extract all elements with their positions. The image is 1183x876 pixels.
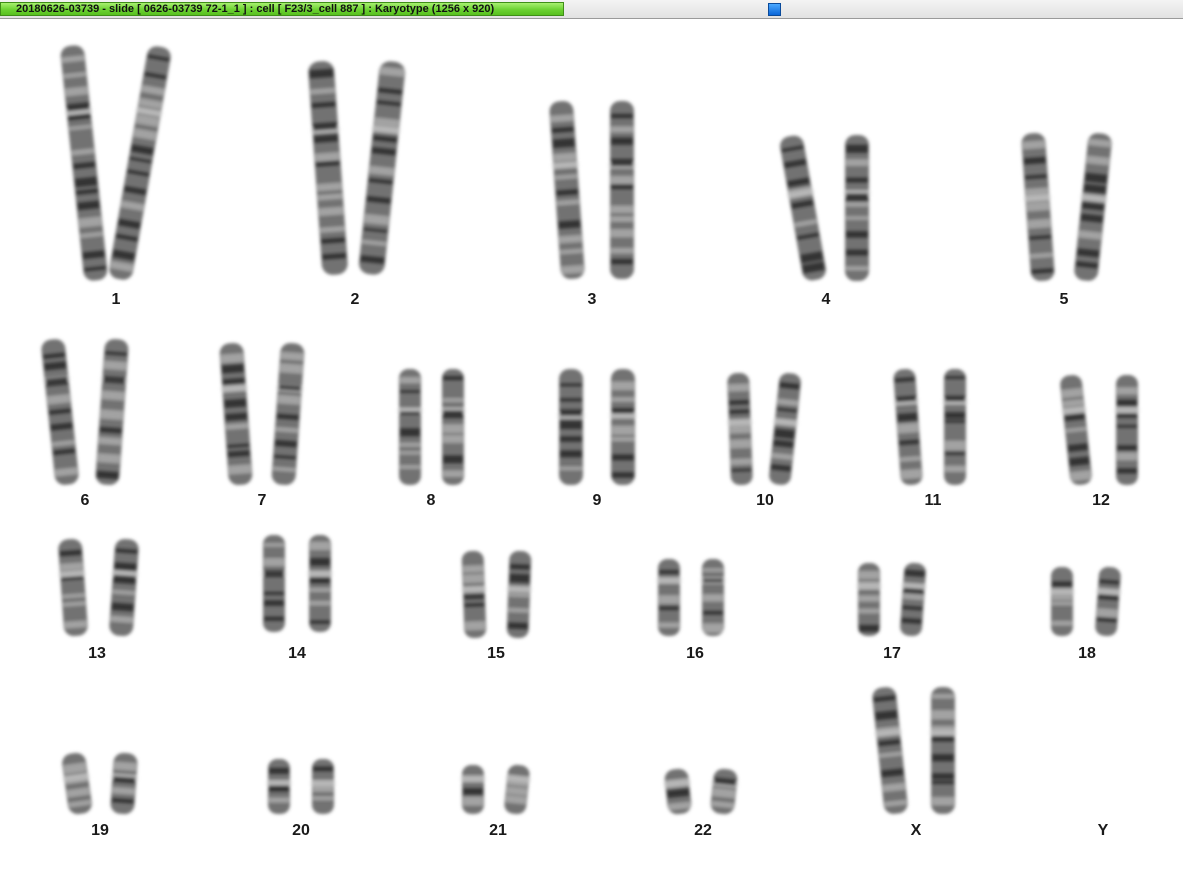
chromosome-11-left[interactable] — [892, 368, 924, 486]
karyotype-view: 1 2 3 4 5 6 7 8 9 10 11 12 13 14 15 16 17 18 19 20 21 22 X Y — [0, 19, 1183, 876]
chromosome-5-right[interactable] — [1072, 132, 1113, 282]
chromosome-20-left[interactable] — [267, 759, 291, 814]
chromosome-21-left[interactable] — [461, 765, 485, 814]
window-title: 20180626-03739 - slide [ 0626-03739 72-1… — [16, 3, 495, 15]
chromosome-15-right[interactable] — [505, 550, 532, 639]
chromosome-7-right[interactable] — [270, 342, 306, 485]
chromosome-12-right[interactable] — [1115, 375, 1139, 485]
chromosome-label-Y: Y — [1097, 822, 1109, 839]
chromosome-label-13: 13 — [88, 645, 106, 662]
chromosome-label-6: 6 — [80, 492, 90, 509]
chromosome-label-14: 14 — [288, 645, 306, 662]
chromosome-label-12: 12 — [1092, 492, 1110, 509]
chromosome-canvas — [39, 44, 1139, 815]
chromosome-label-21: 21 — [489, 822, 507, 839]
chromosome-21-right[interactable] — [503, 764, 532, 815]
chromosome-17-left[interactable] — [857, 563, 881, 636]
chromosome-3-left[interactable] — [548, 100, 586, 279]
title-bar: 20180626-03739 - slide [ 0626-03739 72-1… — [0, 0, 1183, 19]
slider-handle[interactable] — [768, 3, 781, 16]
chromosome-10-left[interactable] — [726, 372, 754, 486]
chromosome-9-right[interactable] — [610, 369, 636, 485]
chromosome-13-right[interactable] — [108, 538, 141, 637]
chromosome-label-18: 18 — [1078, 645, 1096, 662]
chromosome-14-right[interactable] — [308, 535, 332, 632]
chromosome-6-right[interactable] — [94, 338, 130, 485]
chromosome-22-left[interactable] — [663, 768, 694, 815]
chromosome-label-4: 4 — [821, 291, 831, 308]
chromosome-X-left[interactable] — [870, 686, 909, 815]
chromosome-9-left[interactable] — [558, 369, 584, 485]
chromosome-11-right[interactable] — [943, 369, 967, 485]
chromosome-label-19: 19 — [91, 822, 109, 839]
chromosome-4-right[interactable] — [844, 135, 870, 281]
chromosome-15-left[interactable] — [460, 550, 487, 639]
chromosome-10-right[interactable] — [767, 372, 803, 486]
chromosome-22-right[interactable] — [709, 768, 740, 815]
chromosome-label-8: 8 — [426, 492, 436, 509]
chromosome-label-10: 10 — [756, 492, 774, 509]
chromosome-17-right[interactable] — [898, 562, 927, 637]
chromosome-label-3: 3 — [587, 291, 597, 308]
chromosome-8-left[interactable] — [398, 369, 422, 485]
chromosome-label-2: 2 — [350, 291, 360, 308]
chromosome-1-left[interactable] — [59, 44, 110, 281]
chromosome-6-left[interactable] — [39, 338, 80, 486]
chromosome-19-right[interactable] — [109, 752, 139, 815]
chromosome-label-20: 20 — [292, 822, 310, 839]
chromosome-7-left[interactable] — [218, 342, 254, 485]
chromosome-18-right[interactable] — [1094, 566, 1123, 637]
chromosome-12-left[interactable] — [1058, 374, 1093, 486]
chromosome-label-X: X — [910, 822, 922, 839]
chromosome-14-left[interactable] — [262, 535, 286, 632]
chromosome-13-left[interactable] — [57, 538, 90, 637]
chromosome-X-right[interactable] — [930, 687, 956, 814]
chromosome-label-11: 11 — [924, 492, 942, 509]
chromosome-label-22: 22 — [694, 822, 712, 839]
chromosome-label-17: 17 — [883, 645, 901, 662]
chromosome-16-right[interactable] — [701, 559, 725, 636]
chromosome-label-1: 1 — [111, 291, 121, 308]
chromosome-label-7: 7 — [257, 492, 267, 509]
chromosome-1-right[interactable] — [107, 45, 174, 282]
chromosome-18-left[interactable] — [1050, 567, 1074, 636]
chromosome-4-left[interactable] — [778, 134, 829, 282]
chromosome-16-left[interactable] — [657, 559, 681, 636]
chromosome-2-left[interactable] — [307, 60, 350, 275]
chromosome-20-right[interactable] — [311, 759, 335, 814]
chromosome-label-5: 5 — [1059, 291, 1069, 308]
chromosome-5-left[interactable] — [1020, 132, 1056, 281]
chromosome-19-left[interactable] — [60, 751, 94, 815]
chromosome-3-right[interactable] — [609, 101, 635, 279]
chromosome-2-right[interactable] — [357, 60, 407, 276]
chromosome-label-9: 9 — [592, 492, 602, 509]
chromosome-label-16: 16 — [686, 645, 704, 662]
chromosome-8-right[interactable] — [441, 369, 465, 485]
chromosome-label-15: 15 — [487, 645, 505, 662]
